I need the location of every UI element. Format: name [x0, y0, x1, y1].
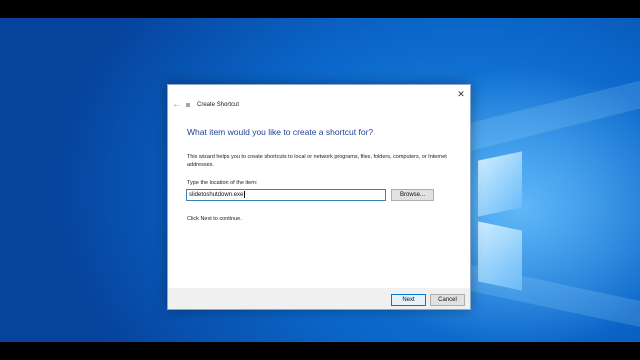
wizard-description: This wizard helps you to create shortcut… [187, 154, 447, 168]
location-label: Type the location of the item: [187, 180, 258, 186]
text-caret [244, 190, 246, 198]
continue-hint: Click Next to continue. [187, 216, 242, 222]
location-input[interactable]: slidetoshutdown.exe [186, 189, 386, 201]
windows-logo [478, 148, 524, 298]
windows-logo-pane-bottom [478, 221, 522, 291]
create-shortcut-dialog: ← Create Shortcut ✕ What item would you … [167, 84, 471, 310]
dialog-footer: Next Cancel [168, 288, 470, 309]
dialog-titlebar: ← Create Shortcut ✕ [168, 85, 470, 125]
cancel-button[interactable]: Cancel [430, 294, 465, 306]
dialog-title: Create Shortcut [197, 102, 240, 108]
wizard-heading: What item would you like to create a sho… [187, 127, 374, 137]
close-icon[interactable]: ✕ [454, 87, 468, 101]
windows-logo-pane-top [478, 151, 522, 217]
browse-button[interactable]: Browse... [391, 189, 434, 201]
shortcut-app-icon [186, 103, 190, 107]
next-button[interactable]: Next [391, 294, 426, 306]
location-input-value: slidetoshutdown.exe [189, 192, 244, 198]
back-arrow-icon[interactable]: ← [172, 99, 184, 111]
